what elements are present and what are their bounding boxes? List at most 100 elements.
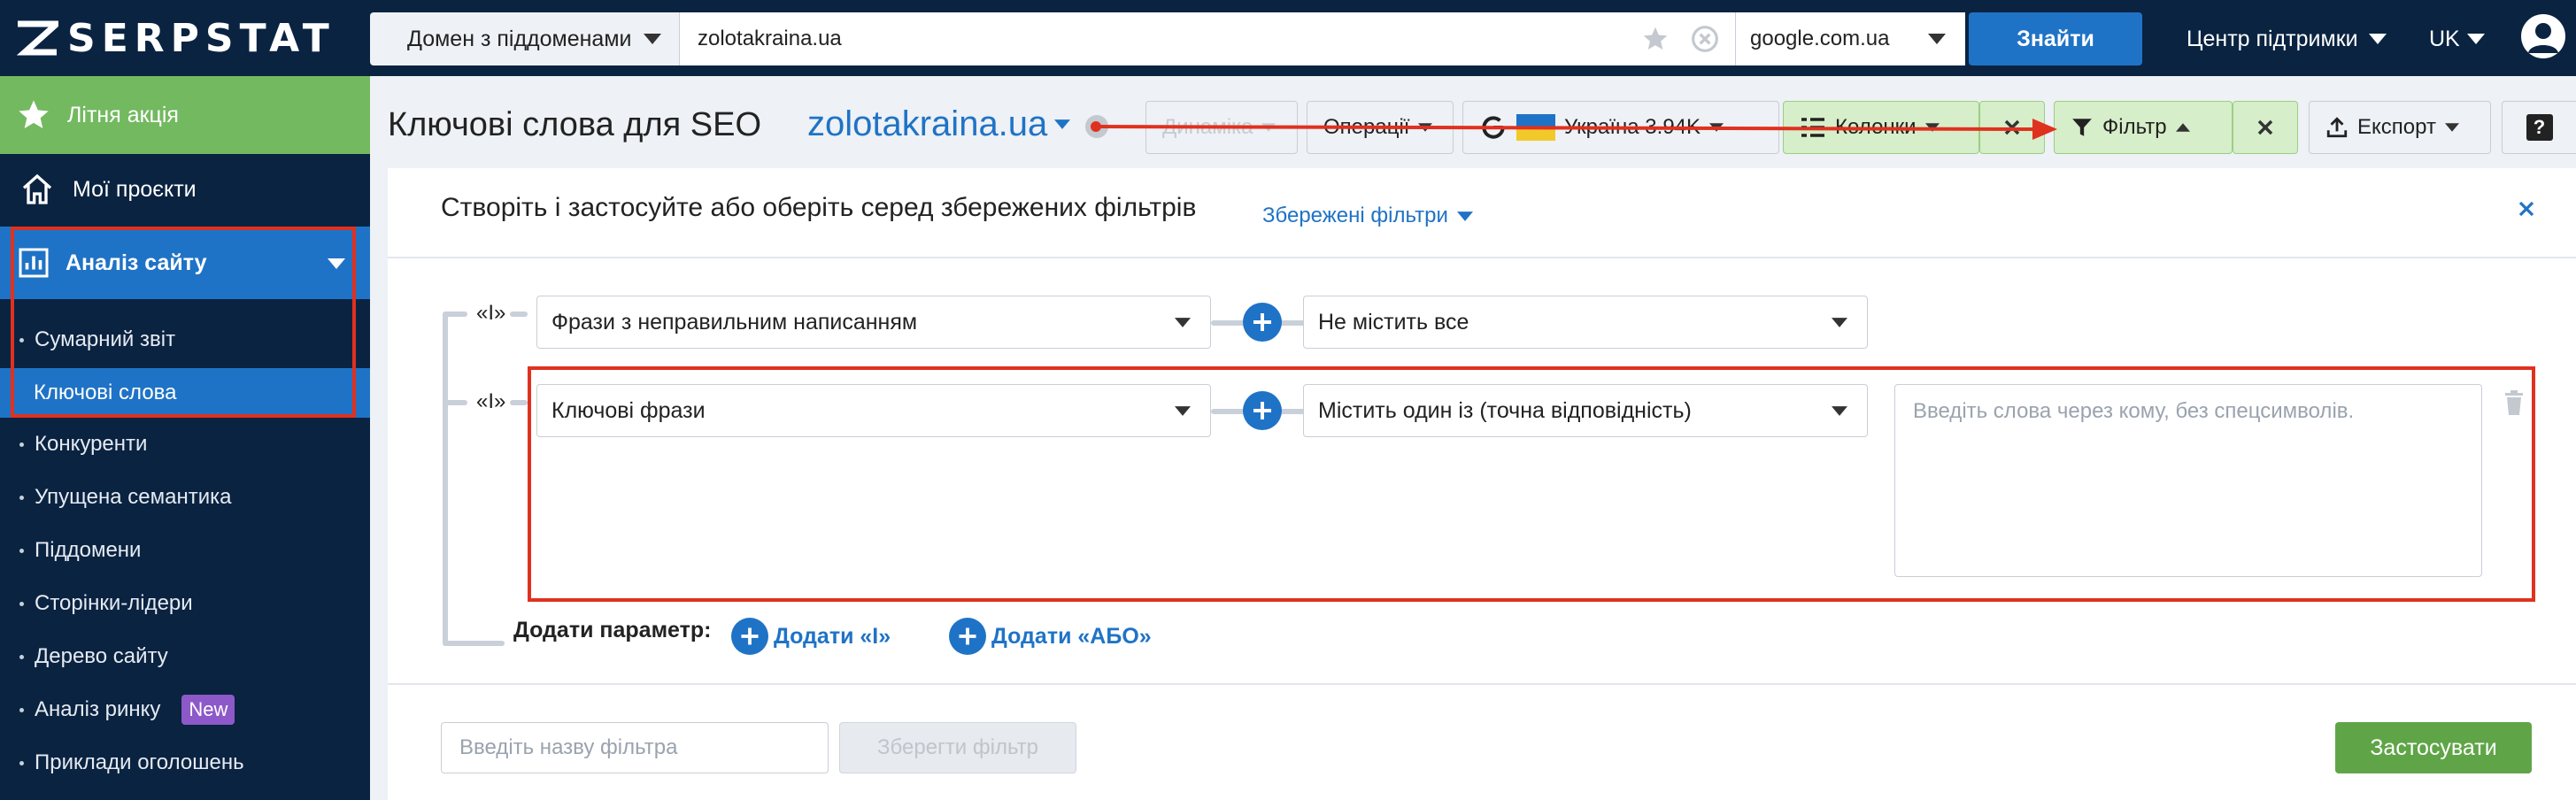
bullet-dot — [19, 442, 24, 447]
divider — [388, 683, 2576, 685]
domain-mode-label: Домен з піддоменами — [407, 26, 632, 51]
search-input[interactable]: zolotakraina.ua — [680, 12, 1735, 65]
help-icon: ? — [2526, 114, 2553, 141]
bullet-dot — [19, 548, 24, 553]
new-badge: New — [181, 695, 235, 725]
filter-panel: Створіть і застосуйте або оберіть серед … — [388, 168, 2576, 800]
trash-icon[interactable] — [2503, 389, 2525, 416]
star-icon — [19, 100, 49, 128]
chevron-down-icon — [1928, 34, 1946, 44]
add-and-button[interactable]: Додати «І» — [731, 618, 891, 655]
export-button[interactable]: Експорт — [2309, 101, 2491, 154]
sidebar-item-label: Приклади оголошень — [35, 750, 244, 774]
domain-mode-select[interactable]: Домен з піддоменами — [370, 12, 680, 65]
sidebar-item-summary[interactable]: Сумарний звіт — [0, 315, 370, 365]
sidebar-item-projects[interactable]: Мої проєкти — [0, 154, 370, 225]
chevron-down-icon — [328, 258, 345, 269]
annotation-arrow — [1091, 119, 2057, 140]
language-select[interactable]: UK — [2429, 12, 2485, 65]
domain-label: zolotakraina.ua — [807, 104, 1048, 143]
sidebar: Літня акція Мої проєкти Аналіз сайту Сум… — [0, 76, 370, 800]
filter-tree-line — [443, 312, 448, 646]
logo-text: SERPSTAT — [67, 15, 335, 61]
sidebar-item-label: Конкуренти — [35, 432, 148, 456]
sidebar-item-missing-semantics[interactable]: Упущена семантика — [0, 473, 370, 522]
and-operator-label: «І» — [476, 301, 506, 325]
filter-panel-title: Створіть і застосуйте або оберіть серед … — [441, 193, 1197, 222]
search-bar: Домен з піддоменами zolotakraina.ua goog… — [370, 12, 1965, 65]
chevron-down-icon — [1456, 211, 1473, 221]
support-center-menu[interactable]: Центр підтримки — [2187, 12, 2387, 65]
filter-condition-label: Містить один із (точна відповідність) — [1318, 397, 1692, 423]
chevron-down-icon — [1175, 317, 1191, 327]
sidebar-projects-label: Мої проєкти — [73, 176, 197, 202]
divider — [388, 257, 2576, 258]
close-icon[interactable] — [2518, 200, 2535, 218]
sidebar-item-site-analysis[interactable]: Аналіз сайту — [0, 227, 370, 299]
filter-field-select[interactable]: Фрази з неправильним написанням — [536, 296, 1211, 349]
filter-name-input[interactable]: Введіть назву фільтра — [441, 722, 829, 773]
add-and-label: Додати «І» — [774, 623, 891, 649]
summer-promo-label: Літня акція — [67, 102, 179, 127]
saved-filters-dropdown[interactable]: Збережені фільтри — [1262, 204, 1473, 228]
sidebar-item-keywords[interactable]: Ключові слова — [0, 368, 370, 418]
bullet-dot — [19, 760, 24, 765]
filter-button[interactable]: Фільтр — [2054, 101, 2233, 154]
add-condition-button[interactable] — [1243, 303, 1282, 342]
keywords-textarea[interactable]: Введіть слова через кому, без спецсимвол… — [1894, 384, 2482, 577]
sidebar-item-subdomains[interactable]: Піддомени — [0, 526, 370, 575]
add-or-label: Додати «АБО» — [991, 623, 1152, 649]
help-button[interactable]: ? — [2502, 101, 2576, 154]
domain-selector[interactable]: zolotakraina.ua — [807, 104, 1071, 144]
sidebar-item-competitors[interactable]: Конкуренти — [0, 419, 370, 469]
add-condition-button[interactable] — [1243, 391, 1282, 430]
filter-field-label: Фрази з неправильним написанням — [551, 309, 918, 335]
filter-tree-branch — [510, 400, 528, 405]
plus-icon — [949, 618, 986, 655]
star-icon[interactable] — [1641, 25, 1670, 53]
chevron-down-icon — [2444, 123, 2459, 132]
chevron-down-icon — [644, 34, 661, 44]
sidebar-item-label: Піддомени — [35, 538, 142, 562]
chevron-down-icon — [1175, 405, 1191, 416]
export-label: Експорт — [2357, 115, 2436, 139]
save-filter-button[interactable]: Зберегти фільтр — [839, 722, 1076, 773]
chevron-down-icon — [2466, 34, 2485, 44]
sidebar-item-market-analysis[interactable]: Аналіз ринку New — [0, 685, 370, 735]
sidebar-item-site-tree[interactable]: Дерево сайту — [0, 632, 370, 681]
add-or-button[interactable]: Додати «АБО» — [949, 618, 1152, 655]
user-icon — [2528, 23, 2558, 53]
support-center-label: Центр підтримки — [2187, 26, 2358, 51]
chevron-up-icon — [2175, 123, 2190, 132]
upload-icon — [2326, 117, 2348, 138]
filter-tree-branch — [443, 641, 505, 646]
bullet-dot — [19, 495, 24, 500]
home-icon — [22, 173, 52, 204]
clear-icon[interactable] — [1691, 25, 1719, 53]
filter-tree-branch — [443, 400, 467, 405]
filter-field-label: Ключові фрази — [551, 397, 706, 423]
sidebar-item-label: Ключові слова — [34, 381, 177, 404]
sidebar-analysis-label: Аналіз сайту — [66, 250, 207, 275]
saved-filters-label: Збережені фільтри — [1262, 204, 1448, 227]
bullet-dot — [19, 654, 24, 659]
serpstat-logo[interactable]: SERPSTAT — [16, 12, 335, 64]
sidebar-item-ad-examples[interactable]: Приклади оголошень — [0, 738, 370, 788]
user-avatar[interactable] — [2521, 14, 2565, 58]
apply-button[interactable]: Застосувати — [2335, 722, 2532, 773]
filter-condition-select[interactable]: Містить один із (точна відповідність) — [1303, 384, 1868, 437]
find-button[interactable]: Знайти — [1969, 12, 2142, 65]
summer-promo-item[interactable]: Літня акція — [0, 76, 370, 154]
bullet-dot — [19, 601, 24, 606]
filter-reset-button[interactable] — [2233, 101, 2298, 154]
chevron-down-icon — [1832, 405, 1847, 416]
filter-field-select[interactable]: Ключові фрази — [536, 384, 1211, 437]
page-title: Ключові слова для SEO — [388, 106, 762, 143]
logo-icon — [16, 20, 58, 56]
language-label: UK — [2429, 26, 2460, 51]
bullet-dot — [19, 707, 24, 712]
analytics-icon — [19, 248, 49, 278]
search-engine-select[interactable]: google.com.ua — [1735, 12, 1965, 65]
sidebar-item-top-pages[interactable]: Сторінки-лідери — [0, 579, 370, 628]
filter-condition-select[interactable]: Не містить все — [1303, 296, 1868, 349]
